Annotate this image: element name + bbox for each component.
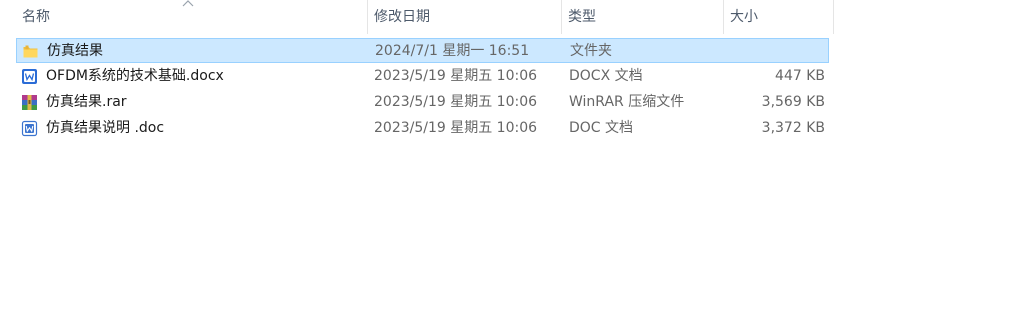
- file-type: WinRAR 压缩文件: [569, 94, 685, 110]
- column-header-size-label: 大小: [730, 9, 758, 25]
- file-list: 仿真结果 2024/7/1 星期一 16:51 文件夹 OFDM系统的技术基础.…: [16, 38, 829, 142]
- file-row-rar[interactable]: 仿真结果.rar 2023/5/19 星期五 10:06 WinRAR 压缩文件…: [16, 90, 829, 115]
- column-header-name-label: 名称: [22, 9, 50, 25]
- column-header-modified[interactable]: 修改日期: [368, 0, 562, 34]
- file-size: 3,569 KB: [761, 94, 825, 110]
- file-explorer-details-view: 名称 修改日期 类型 大小 仿真结果 2024/7/1 星期一 16:51 文件…: [0, 0, 1024, 311]
- file-row-doc[interactable]: 仿真结果说明 .doc 2023/5/19 星期五 10:06 DOC 文档 3…: [16, 116, 829, 141]
- file-modified: 2023/5/19 星期五 10:06: [374, 68, 538, 84]
- word-docx-icon: [22, 69, 37, 84]
- file-type: 文件夹: [570, 43, 612, 59]
- column-header-row: 名称 修改日期 类型 大小: [0, 0, 834, 34]
- word-doc-icon: [21, 120, 38, 137]
- file-name: OFDM系统的技术基础.docx: [46, 68, 224, 84]
- file-modified: 2024/7/1 星期一 16:51: [375, 43, 530, 59]
- file-name: 仿真结果: [47, 43, 103, 59]
- column-header-type[interactable]: 类型: [562, 0, 724, 34]
- folder-icon: [23, 45, 38, 58]
- file-modified: 2023/5/19 星期五 10:06: [374, 120, 538, 136]
- file-row-docx[interactable]: OFDM系统的技术基础.docx 2023/5/19 星期五 10:06 DOC…: [16, 64, 829, 89]
- file-name: 仿真结果.rar: [46, 94, 127, 110]
- file-size: 447 KB: [775, 68, 825, 84]
- file-size: 3,372 KB: [761, 120, 825, 136]
- sort-up-chevron-icon: [182, 0, 194, 7]
- column-header-size[interactable]: 大小: [724, 0, 834, 34]
- file-type: DOC 文档: [569, 120, 634, 136]
- column-header-modified-label: 修改日期: [374, 9, 430, 25]
- file-name: 仿真结果说明 .doc: [46, 120, 165, 136]
- column-header-type-label: 类型: [568, 9, 596, 25]
- winrar-archive-icon: [22, 95, 37, 110]
- file-type: DOCX 文档: [569, 68, 643, 84]
- file-row-folder[interactable]: 仿真结果 2024/7/1 星期一 16:51 文件夹: [16, 38, 829, 63]
- file-modified: 2023/5/19 星期五 10:06: [374, 94, 538, 110]
